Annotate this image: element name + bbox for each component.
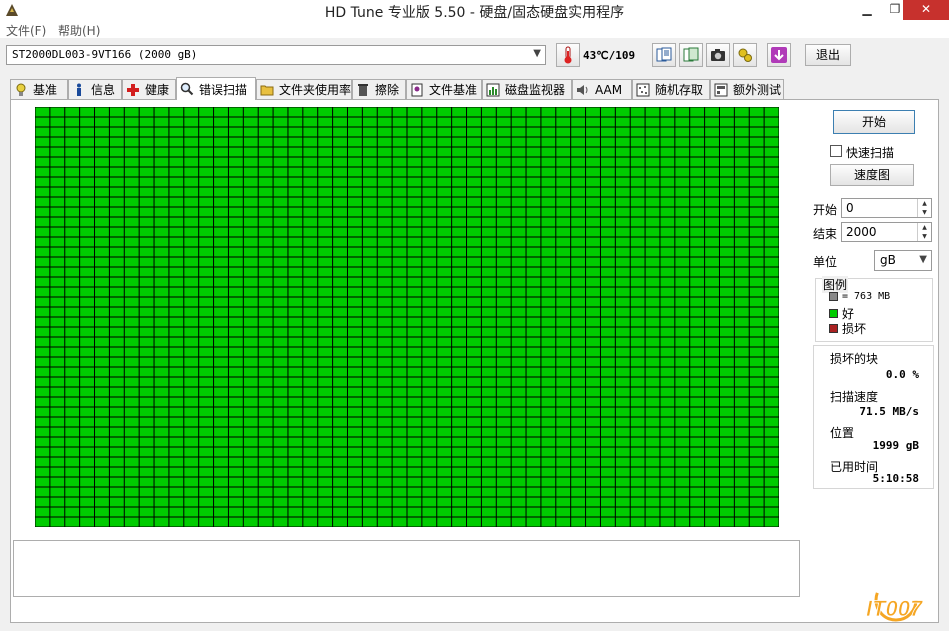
thermometer-icon — [564, 46, 572, 64]
tab-random-access[interactable]: 随机存取 — [632, 79, 710, 99]
scan-log[interactable] — [13, 540, 800, 597]
temperature-button[interactable] — [556, 43, 580, 67]
scan-speed-value: 71.5 MB/s — [859, 405, 919, 418]
tab-label: 健康 — [145, 83, 170, 97]
random-access-icon — [636, 83, 650, 97]
disk-monitor-icon — [486, 83, 500, 97]
quick-scan-label: 快速扫描 — [846, 146, 895, 160]
tab-benchmark[interactable]: 基准 — [10, 79, 68, 99]
tab-aam[interactable]: AAM — [572, 79, 632, 99]
spin-arrows-icon[interactable]: ▲ ▼ — [917, 223, 931, 241]
menu-file[interactable]: 文件(F) — [6, 22, 46, 39]
position-label: 位置 — [830, 426, 855, 440]
tab-folder-usage[interactable]: 文件夹使用率 — [256, 79, 352, 99]
error-scan-icon — [180, 82, 194, 96]
copy-text-button[interactable] — [652, 43, 676, 67]
screenshot-button[interactable] — [706, 43, 730, 67]
save-button[interactable] — [767, 43, 791, 67]
legend-block-size-text: = 763 MB — [842, 291, 891, 302]
tab-label: 随机存取 — [655, 83, 704, 97]
tab-label: AAM — [595, 82, 623, 97]
chevron-down-icon: ▼ — [919, 254, 927, 265]
speaker-icon — [576, 83, 590, 97]
tab-extra-tests[interactable]: 额外测试 — [710, 79, 784, 99]
spin-arrows-icon[interactable]: ▲ ▼ — [917, 199, 931, 217]
copy-text-icon — [656, 47, 672, 62]
start-scan-button[interactable]: 开始 — [833, 110, 915, 134]
camera-icon — [711, 49, 725, 61]
scan-speed-label: 扫描速度 — [830, 390, 879, 404]
info-icon — [72, 83, 86, 97]
window-title: HD Tune 专业版 5.50 - 硬盘/固态硬盘实用程序 — [324, 5, 625, 21]
temperature-readout: 43℃/109 — [583, 49, 636, 62]
folder-icon — [260, 83, 274, 97]
tab-erase[interactable]: 擦除 — [352, 79, 406, 99]
extra-tests-icon — [714, 83, 728, 97]
start-position-label: 开始 — [813, 203, 838, 217]
legend-damaged: 损坏 — [829, 320, 866, 337]
chevron-down-icon: ▼ — [533, 48, 541, 59]
minimize-button[interactable]: ▁ — [853, 0, 881, 20]
tab-label: 文件夹使用率 — [279, 83, 352, 97]
tab-label: 擦除 — [375, 83, 400, 97]
watermark-text: IT007 — [866, 596, 924, 621]
unit-select-value: gB — [880, 253, 896, 267]
quick-scan-checkbox[interactable] — [830, 145, 842, 157]
tab-label: 基准 — [33, 83, 58, 97]
start-position-input[interactable]: 0 ▲ ▼ — [841, 198, 932, 218]
legend-block-size: = 763 MB — [829, 291, 890, 302]
download-icon — [771, 47, 787, 63]
copy-screenshot-button[interactable] — [679, 43, 703, 67]
end-position-value: 2000 — [846, 225, 877, 239]
legend-swatch-good — [829, 309, 838, 318]
drive-select[interactable]: ST2000DL003-9VT166 (2000 gB) ▼ — [6, 45, 546, 65]
copy-screenshot-icon — [683, 47, 699, 62]
legend-damaged-text: 损坏 — [842, 322, 867, 336]
tab-label: 错误扫描 — [199, 82, 248, 97]
legend-swatch-block — [829, 292, 838, 301]
elapsed-time-value: 5:10:58 — [872, 472, 919, 485]
health-icon — [126, 83, 140, 97]
tab-error-scan[interactable]: 错误扫描 — [176, 77, 256, 100]
tab-info[interactable]: 信息 — [68, 79, 122, 99]
tab-label: 额外测试 — [733, 83, 782, 97]
end-position-input[interactable]: 2000 ▲ ▼ — [841, 222, 932, 242]
unit-select[interactable]: gB ▼ — [874, 250, 932, 271]
tab-disk-monitor[interactable]: 磁盘监视器 — [482, 79, 572, 99]
file-benchmark-icon — [410, 83, 424, 97]
menu-bar: 文件(F) 帮助(H) — [0, 21, 949, 38]
toolbar: ST2000DL003-9VT166 (2000 gB) ▼ 43℃/109 退… — [0, 38, 949, 76]
tab-label: 文件基准 — [429, 83, 478, 97]
title-bar: HD Tune 专业版 5.50 - 硬盘/固态硬盘实用程序 ▁ ❐ ✕ — [0, 0, 949, 21]
scan-block-map — [35, 107, 779, 527]
tab-label: 信息 — [91, 83, 116, 97]
tab-health[interactable]: 健康 — [122, 79, 176, 99]
benchmark-icon — [14, 83, 28, 97]
unit-label: 单位 — [813, 255, 838, 269]
start-position-value: 0 — [846, 201, 854, 215]
scan-stats: 损坏的块 0.0 % 扫描速度 71.5 MB/s 位置 1999 gB 已用时… — [813, 345, 934, 489]
it007-watermark-logo: IT007 — [866, 578, 924, 622]
damaged-blocks-label: 损坏的块 — [830, 352, 879, 366]
drive-select-value: ST2000DL003-9VT166 (2000 gB) — [12, 48, 198, 61]
speed-map-button[interactable]: 速度图 — [830, 164, 914, 186]
exit-button[interactable]: 退出 — [805, 44, 851, 66]
erase-icon — [356, 83, 370, 97]
end-position-label: 结束 — [813, 227, 838, 241]
legend-swatch-damaged — [829, 324, 838, 333]
options-button[interactable] — [733, 43, 757, 67]
menu-help[interactable]: 帮助(H) — [58, 22, 100, 39]
tab-file-benchmark[interactable]: 文件基准 — [406, 79, 482, 99]
damaged-blocks-value: 0.0 % — [885, 368, 919, 381]
elapsed-time-label: 已用时间 — [830, 460, 879, 474]
tools-icon — [738, 48, 752, 62]
close-button[interactable]: ✕ — [903, 0, 949, 20]
position-value: 1999 gB — [872, 439, 919, 452]
legend: 图例 = 763 MB 好 损坏 — [815, 276, 933, 342]
tab-label: 磁盘监视器 — [505, 83, 566, 97]
